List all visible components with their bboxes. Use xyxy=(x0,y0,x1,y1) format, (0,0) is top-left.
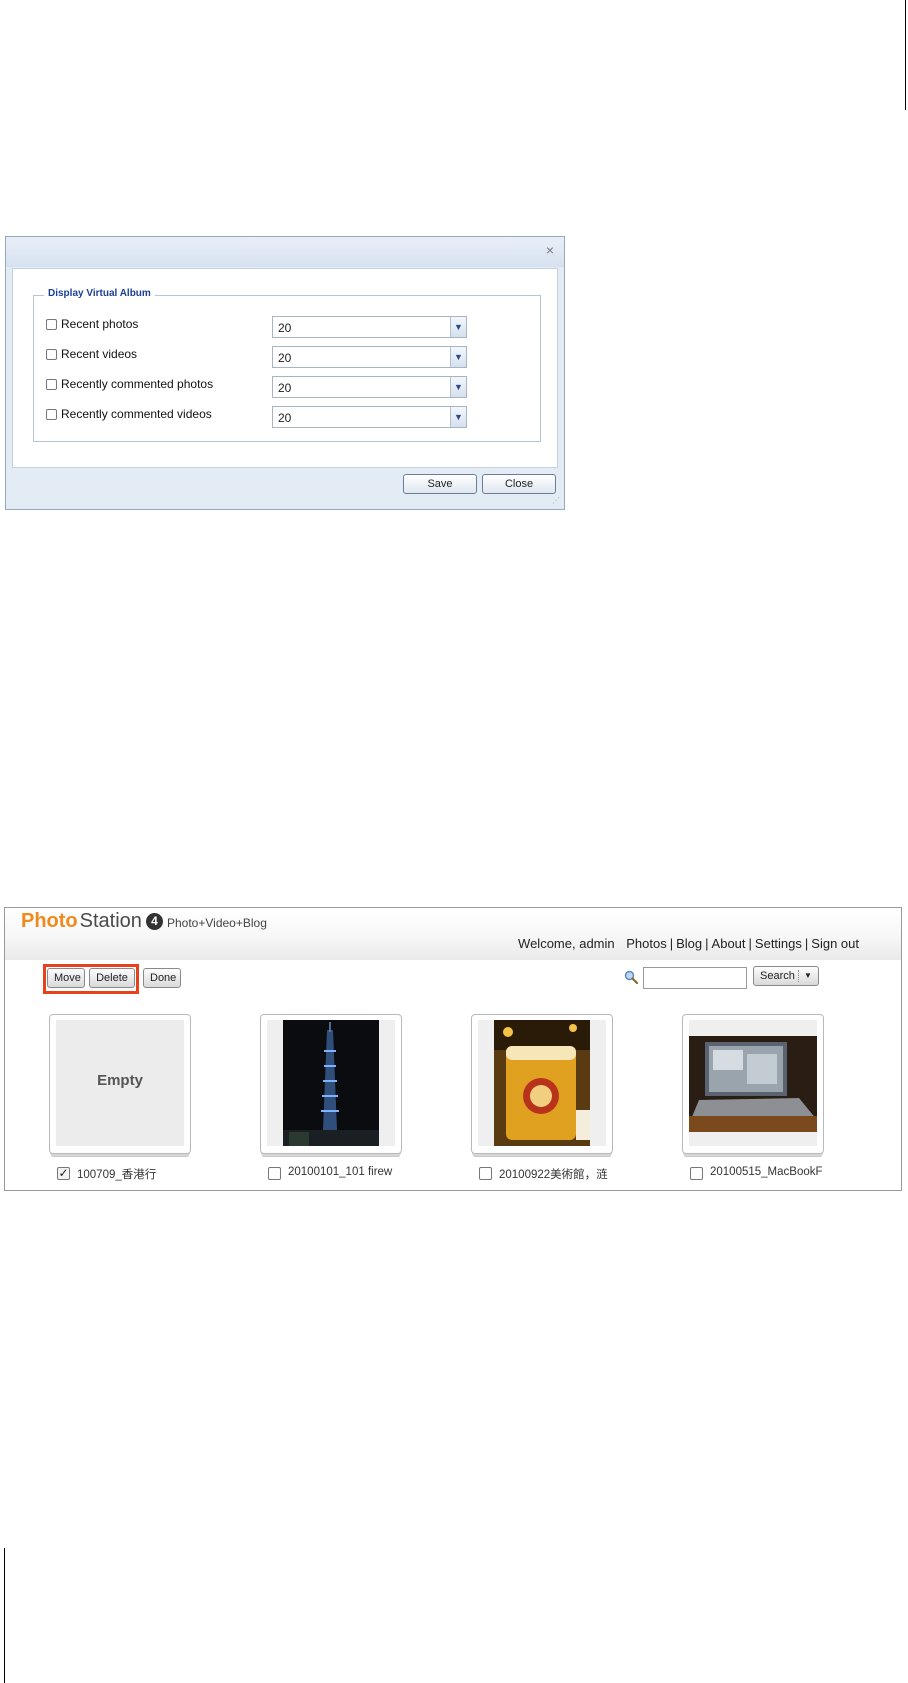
album-name[interactable]: 20100101_101 firew xyxy=(288,1166,400,1178)
search-input[interactable] xyxy=(643,967,747,989)
logo-word-photo: Photo xyxy=(21,910,78,932)
logo-tagline: Photo+Video+Blog xyxy=(167,916,267,930)
dialog-titlebar[interactable]: × xyxy=(6,237,564,267)
recent-photos-checkbox[interactable] xyxy=(46,319,57,330)
recently-commented-photos-checkbox[interactable] xyxy=(46,379,57,390)
delete-button[interactable]: Delete xyxy=(89,968,135,988)
album-checkbox[interactable] xyxy=(690,1167,703,1180)
photo-station-logo: Photo Station 4 xyxy=(21,910,163,933)
fieldset-legend: Display Virtual Album xyxy=(44,288,155,299)
album-checkbox-checked[interactable]: ✓ xyxy=(57,1167,70,1180)
chevron-down-icon[interactable]: ▼ xyxy=(450,407,466,427)
nav-link-about[interactable]: About xyxy=(712,936,746,951)
search-button-label: Search xyxy=(760,970,795,982)
option-recently-commented-photos: Recently commented photos 20 ▼ xyxy=(46,376,526,398)
album-thumbnail-beer-glass[interactable] xyxy=(478,1020,606,1146)
photo-station-window: Photo Station 4 Photo+Video+Blog Welcome, … xyxy=(4,907,902,1191)
select-value: 20 xyxy=(278,351,292,365)
album-frame[interactable] xyxy=(471,1014,613,1154)
close-button[interactable]: Close xyxy=(482,474,556,494)
select-value: 20 xyxy=(278,381,292,395)
move-button[interactable]: Move xyxy=(47,968,85,988)
nav-separator: | xyxy=(705,936,709,951)
select-value: 20 xyxy=(278,321,292,335)
nav-separator: | xyxy=(669,936,674,951)
empty-label: Empty xyxy=(97,1072,143,1089)
album-thumbnail-empty[interactable]: Empty xyxy=(56,1020,184,1146)
nav-separator: | xyxy=(748,936,752,951)
option-label: Recently commented videos xyxy=(61,407,212,421)
option-recent-videos: Recent videos 20 ▼ xyxy=(46,346,526,368)
option-label: Recent videos xyxy=(61,347,138,361)
page-edge-rule-top xyxy=(905,0,906,110)
recently-commented-videos-count-select[interactable]: 20 ▼ xyxy=(272,406,467,428)
album-name[interactable]: 20100922美術館，涟 xyxy=(499,1166,611,1182)
chevron-down-icon[interactable]: ▼ xyxy=(450,317,466,337)
album-frame[interactable]: Empty xyxy=(49,1014,191,1154)
done-button[interactable]: Done xyxy=(143,968,181,988)
beer-glass-photo xyxy=(478,1020,606,1146)
save-button[interactable]: Save xyxy=(403,474,477,494)
album-name[interactable]: 20100515_MacBookF xyxy=(710,1166,822,1178)
logo-word-station: Station xyxy=(79,910,142,932)
header: Photo Station 4 Photo+Video+Blog Welcome, … xyxy=(5,908,901,960)
nav-link-blog[interactable]: Blog xyxy=(676,936,702,951)
nav-link-sign-out[interactable]: Sign out xyxy=(811,936,859,951)
dialog-body: Display Virtual Album Recent photos 20 ▼… xyxy=(12,268,558,468)
page-edge-rule-bottom xyxy=(4,1548,5,1683)
resize-grip-icon[interactable]: ⋰ xyxy=(552,497,562,507)
album-name[interactable]: 100709_香港行 xyxy=(77,1166,189,1182)
recent-photos-count-select[interactable]: 20 ▼ xyxy=(272,316,467,338)
album-frame[interactable] xyxy=(682,1014,824,1154)
laptop-photo xyxy=(689,1020,817,1146)
version-badge: 4 xyxy=(145,913,163,930)
top-navigation: Welcome, admin Photos | Blog | About | Setting… xyxy=(518,936,859,951)
nav-link-photos[interactable]: Photos xyxy=(626,936,666,951)
album-thumbnail-night-tower[interactable] xyxy=(267,1020,395,1146)
option-recently-commented-videos: Recently commented videos 20 ▼ xyxy=(46,406,526,428)
nav-link-settings[interactable]: Settings xyxy=(755,936,802,951)
recently-commented-photos-count-select[interactable]: 20 ▼ xyxy=(272,376,467,398)
option-label: Recently commented photos xyxy=(61,377,214,391)
album-thumbnail-laptop[interactable] xyxy=(689,1020,817,1146)
search-icon xyxy=(624,970,638,984)
select-value: 20 xyxy=(278,411,292,425)
album-frame[interactable] xyxy=(260,1014,402,1154)
chevron-down-icon[interactable]: ▼ xyxy=(450,377,466,397)
nav-separator: | xyxy=(804,936,809,951)
search-button[interactable]: Search ▼ xyxy=(753,966,819,986)
recent-videos-count-select[interactable]: 20 ▼ xyxy=(272,346,467,368)
recently-commented-videos-checkbox[interactable] xyxy=(46,409,57,420)
option-label: Recent photos xyxy=(61,317,139,331)
virtual-album-fieldset: Display Virtual Album Recent photos 20 ▼… xyxy=(33,288,541,442)
recent-videos-checkbox[interactable] xyxy=(46,349,57,360)
virtual-album-dialog: × Display Virtual Album Recent photos 20… xyxy=(5,236,565,510)
album-checkbox[interactable] xyxy=(268,1167,281,1180)
button-divider xyxy=(798,970,800,982)
close-icon[interactable]: × xyxy=(546,243,554,257)
option-recent-photos: Recent photos 20 ▼ xyxy=(46,316,526,338)
chevron-down-icon[interactable]: ▼ xyxy=(804,967,812,985)
album-checkbox[interactable] xyxy=(479,1167,492,1180)
night-tower-photo xyxy=(267,1020,395,1146)
welcome-text: Welcome, admin xyxy=(518,936,615,951)
chevron-down-icon[interactable]: ▼ xyxy=(450,347,466,367)
